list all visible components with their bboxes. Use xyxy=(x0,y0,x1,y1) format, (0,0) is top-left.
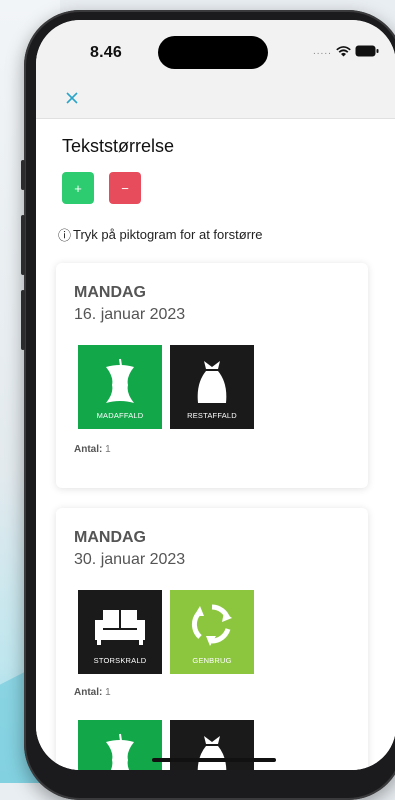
hint: ⓘ Tryk på piktogram for at forstørre xyxy=(58,225,263,244)
volume-down-button xyxy=(21,290,25,350)
pickup-count: Antal: 1 xyxy=(74,687,111,698)
trash-bag-icon xyxy=(197,736,227,770)
sofa-icon xyxy=(95,610,145,645)
count-label: Antal: xyxy=(74,444,103,455)
pickup-date: 16. januar 2023 xyxy=(74,306,186,323)
wifi-icon xyxy=(336,45,351,56)
pictogram-restaffald[interactable]: RESTAFFALD xyxy=(170,345,254,429)
pickup-day: MANDAG xyxy=(74,284,146,301)
pickup-day: MANDAG xyxy=(74,529,146,546)
count-value: 1 xyxy=(105,687,111,698)
pickup-date: 30. januar 2023 xyxy=(74,551,186,568)
text-size-title: Tekststørrelse xyxy=(62,136,175,156)
pictogram-storskrald[interactable]: STORSKRALD xyxy=(78,590,162,674)
pictogram-genbrug[interactable]: GENBRUG xyxy=(170,590,254,674)
signal-icon: ..... xyxy=(313,45,332,57)
pictogram-madaffald[interactable] xyxy=(78,720,162,770)
count-value: 1 xyxy=(105,444,111,455)
battery-icon xyxy=(355,45,379,57)
dynamic-island xyxy=(158,36,268,69)
phone-screen: 8.46 ..... Tekststørrelse + − ⓘ Tryk på xyxy=(36,20,395,770)
count-label: Antal: xyxy=(74,687,103,698)
pictogram-label: GENBRUG xyxy=(192,656,232,665)
apple-core-icon xyxy=(106,358,134,403)
status-bar: 8.46 ..... xyxy=(36,20,395,78)
recycle-icon xyxy=(191,604,232,646)
content: Tekststørrelse + − ⓘ Tryk på piktogram f… xyxy=(36,119,395,770)
pictogram-restaffald[interactable] xyxy=(170,720,254,770)
trash-bag-icon xyxy=(197,361,227,403)
pictogram-label: RESTAFFALD xyxy=(187,411,237,420)
mute-switch xyxy=(21,160,25,190)
pickup-count: Antal: 1 xyxy=(74,444,111,455)
decrease-text-button[interactable]: − xyxy=(109,172,141,204)
pickup-card: MANDAG 30. januar 2023 STORSKRALD GENBRU… xyxy=(56,508,368,770)
volume-up-button xyxy=(21,215,25,275)
pictogram-label: STORSKRALD xyxy=(93,656,147,665)
pictogram-label: MADAFFALD xyxy=(96,411,144,420)
close-icon[interactable] xyxy=(62,88,82,108)
home-indicator[interactable] xyxy=(152,758,276,762)
pickup-card: MANDAG 16. januar 2023 MADAFFALD RESTAFF… xyxy=(56,263,368,488)
status-time: 8.46 xyxy=(90,44,122,61)
hint-text: Tryk på piktogram for at forstørre xyxy=(73,227,263,242)
info-icon: ⓘ xyxy=(58,228,72,243)
apple-core-icon xyxy=(106,733,134,770)
status-icons: ..... xyxy=(313,45,379,57)
increase-text-button[interactable]: + xyxy=(62,172,94,204)
nav-bar xyxy=(36,78,395,119)
pictogram-madaffald[interactable]: MADAFFALD xyxy=(78,345,162,429)
